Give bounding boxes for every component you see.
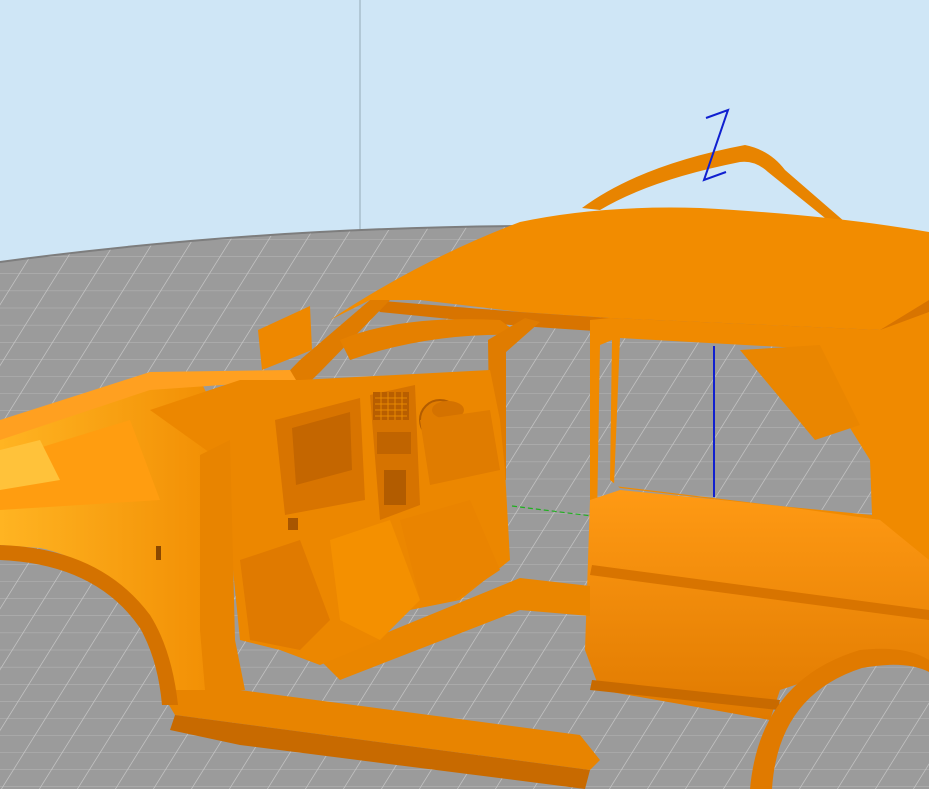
scene-canvas[interactable]: Z bbox=[0, 0, 929, 789]
dash-radio bbox=[377, 432, 411, 454]
dash-controls bbox=[384, 470, 406, 505]
3d-viewport[interactable]: Z bbox=[0, 0, 929, 789]
car-dash-clip bbox=[288, 518, 298, 530]
car-door-hinge bbox=[156, 546, 161, 560]
